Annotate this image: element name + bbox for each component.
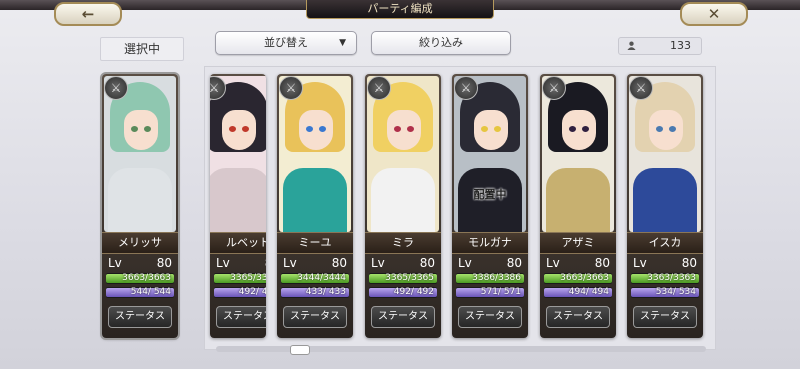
page-title: パーティ編成 — [306, 0, 494, 19]
character-count: 133 — [670, 39, 691, 52]
character-card[interactable]: ⚔ ミラ Lv 80 3365/3365 492/ 492 ステータス — [365, 74, 441, 338]
character-portrait: ⚔ — [629, 76, 701, 232]
status-button[interactable]: ステータス — [283, 306, 347, 328]
sword-icon: ⚔ — [629, 76, 653, 100]
character-card[interactable]: ⚔ イスカ Lv 80 3363/3363 534/ 534 ステータス — [627, 74, 703, 338]
character-name: イスカ — [627, 232, 703, 254]
hp-bar: 3363/3363 — [631, 274, 699, 283]
character-card[interactable]: ⚔ 配置中 モルガナ Lv 80 3386/3386 571/ 571 ステータ… — [452, 74, 528, 338]
hp-value: 3363/3363 — [647, 273, 696, 283]
hp-value: 3663/3663 — [560, 273, 609, 283]
sp-bar: 534/ 534 — [631, 288, 699, 297]
hp-value: 3365/3365 — [385, 273, 434, 283]
hp-bar: 3663/3663 — [544, 274, 612, 283]
hp-bar: 3386/3386 — [456, 274, 524, 283]
level-value: 80 — [594, 256, 610, 270]
level-row: Lv 80 — [546, 255, 610, 271]
sp-bar: 494/ 494 — [544, 288, 612, 297]
status-button[interactable]: ステータス — [633, 306, 697, 328]
level-value: 80 — [331, 256, 347, 270]
sort-button[interactable]: 並び替え ▼ — [215, 31, 357, 55]
character-card[interactable]: ⚔ アザミ Lv 80 3663/3663 494/ 494 ステータス — [540, 74, 616, 338]
character-portrait: ⚔ — [210, 76, 266, 232]
level-value: 80 — [156, 256, 172, 270]
level-row: Lv 80 — [216, 255, 266, 271]
character-portrait: ⚔ 配置中 — [454, 76, 526, 232]
sp-value: 494/ 494 — [568, 287, 609, 297]
status-button[interactable]: ステータス — [458, 306, 522, 328]
character-name: メリッサ — [102, 232, 178, 254]
hp-value: 3444/3444 — [297, 273, 346, 283]
hp-value: 3663/3663 — [122, 273, 171, 283]
chevron-down-icon: ▼ — [339, 38, 346, 48]
character-name: ミラ — [365, 232, 441, 254]
scrollbar-thumb[interactable] — [290, 345, 310, 355]
status-button[interactable]: ステータス — [546, 306, 610, 328]
status-button[interactable]: ステータス — [216, 306, 266, 328]
status-button[interactable]: ステータス — [108, 306, 172, 328]
level-row: Lv 80 — [108, 255, 172, 271]
level-label: Lv — [633, 256, 647, 270]
sort-label: 並び替え — [264, 36, 308, 49]
level-label: Lv — [458, 256, 472, 270]
back-button[interactable]: ← — [54, 2, 122, 26]
sp-value: 544/ 544 — [130, 287, 171, 297]
character-card[interactable]: ⚔ ミーユ Lv 80 3444/3444 433/ 433 ステータス — [277, 74, 353, 338]
sword-icon: ⚔ — [454, 76, 478, 100]
level-label: Lv — [371, 256, 385, 270]
level-row: Lv 80 — [371, 255, 435, 271]
sp-bar: 492/ 492 — [214, 288, 266, 297]
sp-bar: 433/ 433 — [281, 288, 349, 297]
status-button[interactable]: ステータス — [371, 306, 435, 328]
character-name: ミーユ — [277, 232, 353, 254]
hp-bar: 3365/3365 — [369, 274, 437, 283]
sp-value: 492/ 492 — [393, 287, 434, 297]
level-value: 80 — [506, 256, 522, 270]
character-name: ルベット — [210, 232, 266, 254]
hp-bar: 3663/3663 — [106, 274, 174, 283]
sp-value: 571/ 571 — [480, 287, 521, 297]
character-portrait: ⚔ — [542, 76, 614, 232]
sword-icon: ⚔ — [367, 76, 391, 100]
character-name: アザミ — [540, 232, 616, 254]
level-value: 80 — [419, 256, 435, 270]
selected-label: 選択中 — [100, 37, 184, 61]
sp-value: 534/ 534 — [655, 287, 696, 297]
hp-value: 3386/3386 — [472, 273, 521, 283]
sp-bar: 571/ 571 — [456, 288, 524, 297]
sp-bar: 492/ 492 — [369, 288, 437, 297]
level-row: Lv 80 — [633, 255, 697, 271]
character-name: モルガナ — [452, 232, 528, 254]
filter-button[interactable]: 絞り込み — [371, 31, 511, 55]
sp-bar: 544/ 544 — [106, 288, 174, 297]
level-row: Lv 80 — [283, 255, 347, 271]
level-label: Lv — [216, 256, 230, 270]
hp-bar: 3365/3365 — [214, 274, 266, 283]
sp-value: 492/ 492 — [238, 287, 266, 297]
hp-value: 3365/3365 — [230, 273, 266, 283]
level-label: Lv — [108, 256, 122, 270]
sword-icon: ⚔ — [542, 76, 566, 100]
level-label: Lv — [283, 256, 297, 270]
character-portrait: ⚔ — [367, 76, 439, 232]
sp-value: 433/ 433 — [305, 287, 346, 297]
character-count-badge: 133 — [618, 37, 702, 55]
sword-icon: ⚔ — [279, 76, 303, 100]
sword-icon: ⚔ — [104, 76, 128, 100]
level-row: Lv 80 — [458, 255, 522, 271]
character-card[interactable]: ⚔ メリッサ Lv 80 3663/3663 544/ 544 ステータス — [102, 74, 178, 338]
level-value: 80 — [265, 255, 266, 271]
character-portrait: ⚔ — [279, 76, 351, 232]
hp-bar: 3444/3444 — [281, 274, 349, 283]
deployed-label: 配置中 — [473, 188, 507, 201]
level-value: 80 — [681, 256, 697, 270]
close-button[interactable]: ✕ — [680, 2, 748, 26]
character-card[interactable]: ⚔ ルベット Lv 80 3365/3365 492/ 492 ステータス — [210, 74, 266, 338]
character-portrait: ⚔ — [104, 76, 176, 232]
person-icon — [627, 41, 636, 50]
level-label: Lv — [546, 256, 560, 270]
